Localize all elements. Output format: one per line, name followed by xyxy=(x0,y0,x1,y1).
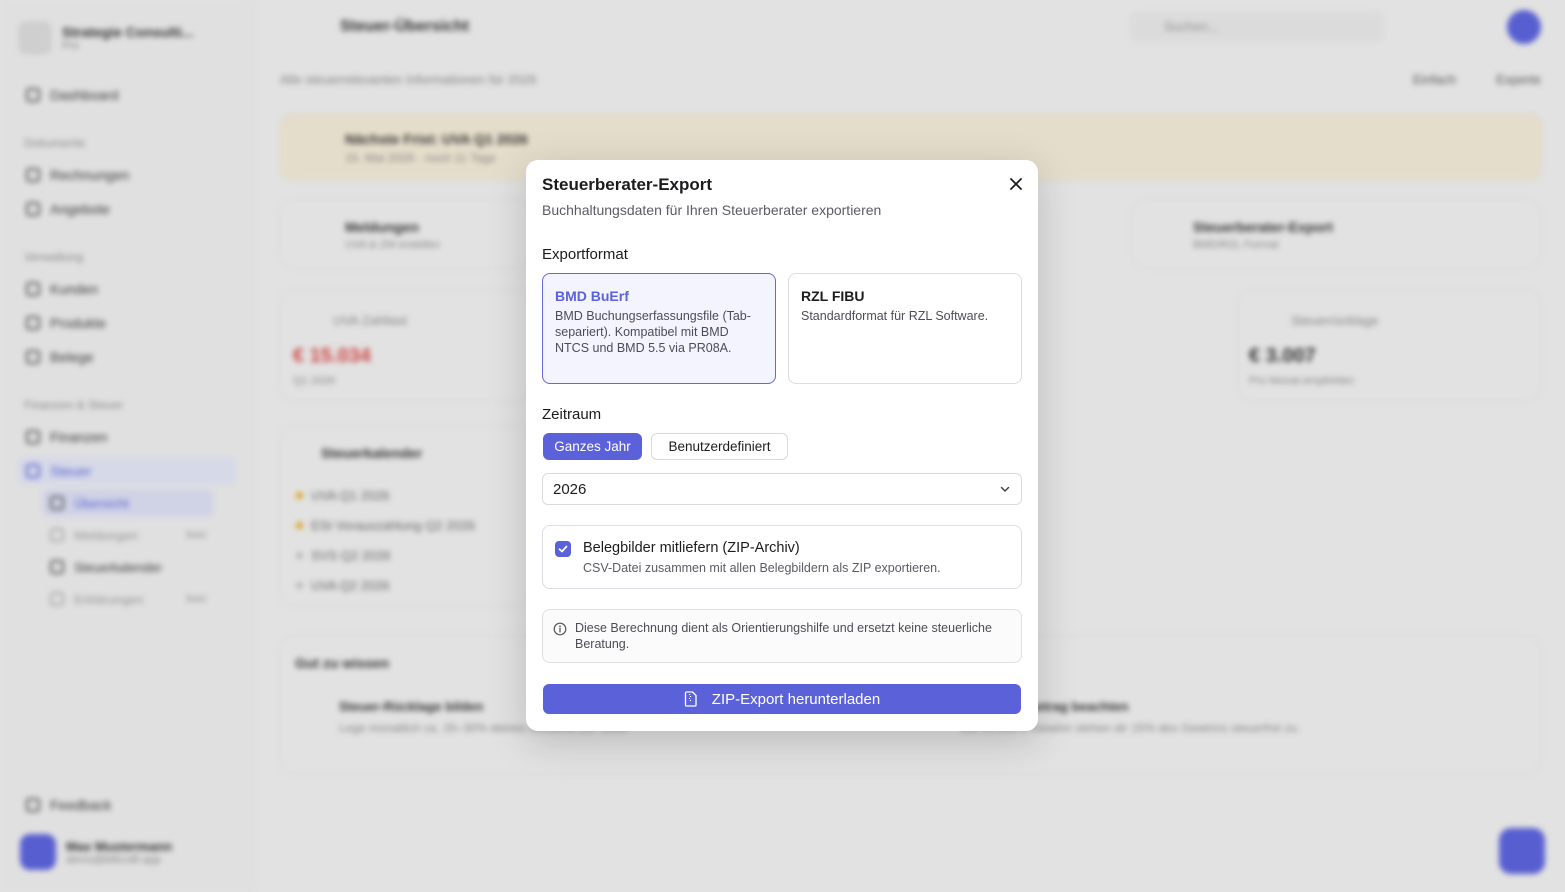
include-images-checkbox[interactable] xyxy=(555,541,571,557)
info-text: Diese Berechnung dient als Orientierungs… xyxy=(575,621,992,651)
format-title: BMD BuErf xyxy=(555,288,629,304)
format-description: Standardformat für RZL Software. xyxy=(801,309,989,323)
year-select-value: 2026 xyxy=(553,480,587,498)
download-zip-button[interactable]: ZIP-Export herunterladen xyxy=(543,684,1021,714)
file-zip-icon xyxy=(684,691,697,707)
download-zip-label: ZIP-Export herunterladen xyxy=(711,690,881,708)
dialog-subtitle: Buchhaltungsdaten für Ihren Steuerberate… xyxy=(542,202,882,218)
close-button[interactable] xyxy=(1004,172,1028,196)
export-dialog: Steuerberater-Export Buchhaltungsdaten f… xyxy=(526,160,1038,731)
export-format-label: Exportformat xyxy=(542,246,628,263)
year-select[interactable]: 2026 xyxy=(542,473,1022,505)
period-full-year-button[interactable]: Ganzes Jahr xyxy=(543,433,642,460)
period-label: Zeitraum xyxy=(542,406,602,423)
include-images-title: Belegbilder mitliefern (ZIP-Archiv) xyxy=(583,540,800,556)
format-title: RZL FIBU xyxy=(801,288,865,304)
dialog-title: Steuerberater-Export xyxy=(542,175,713,194)
format-option-bmd[interactable]: BMD BuErf BMD Buchungserfassungsfile (Ta… xyxy=(542,273,776,384)
close-icon xyxy=(1010,178,1022,190)
info-icon xyxy=(553,622,567,636)
include-images-description: CSV-Datei zusammen mit allen Belegbilder… xyxy=(583,561,941,575)
period-custom-button[interactable]: Benutzerdefiniert xyxy=(651,433,788,460)
chevron-down-icon xyxy=(1000,486,1010,492)
info-notice: Diese Berechnung dient als Orientierungs… xyxy=(542,609,1022,663)
format-option-rzl[interactable]: RZL FIBU Standardformat für RZL Software… xyxy=(788,273,1022,384)
check-icon xyxy=(558,545,568,553)
format-description: BMD Buchungserfassungsfile (Tab-separier… xyxy=(555,309,751,355)
include-images-option[interactable]: Belegbilder mitliefern (ZIP-Archiv) CSV-… xyxy=(542,525,1022,589)
